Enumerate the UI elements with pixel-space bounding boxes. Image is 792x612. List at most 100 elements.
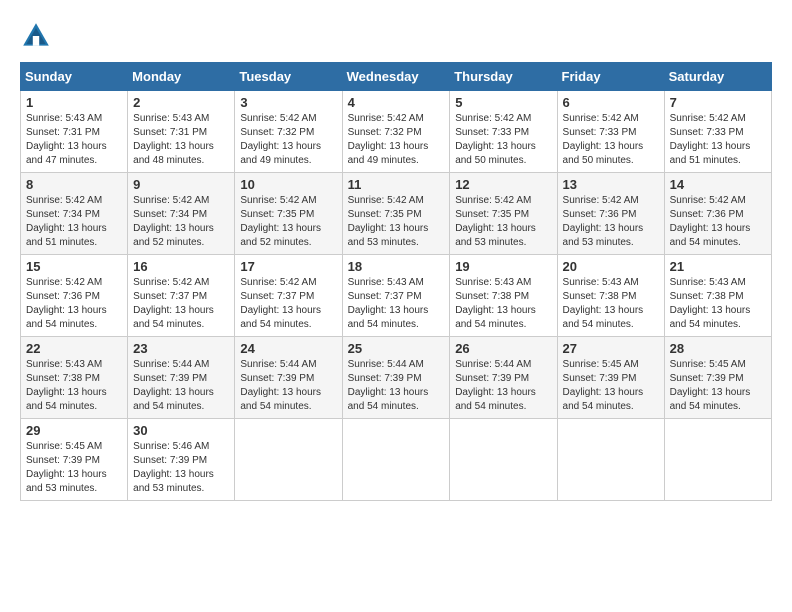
day-info: Sunrise: 5:42 AMSunset: 7:37 PMDaylight:… [240,276,336,332]
day-number: 17 [240,259,336,274]
day-info: Sunrise: 5:43 AMSunset: 7:31 PMDaylight:… [26,112,122,168]
day-number: 3 [240,95,336,110]
header-friday: Friday [557,63,664,91]
day-info: Sunrise: 5:43 AMSunset: 7:38 PMDaylight:… [26,358,122,414]
calendar-day-cell: 22 Sunrise: 5:43 AMSunset: 7:38 PMDayligh… [21,337,128,419]
calendar-header-row: Sunday Monday Tuesday Wednesday Thursday… [21,63,772,91]
empty-cell [342,419,450,501]
calendar-day-cell: 4Sunrise: 5:42 AMSunset: 7:32 PMDaylight… [342,91,450,173]
calendar-day-cell: 6Sunrise: 5:42 AMSunset: 7:33 PMDaylight… [557,91,664,173]
day-info: Sunrise: 5:42 AMSunset: 7:35 PMDaylight:… [348,194,445,250]
calendar-day-cell: 16Sunrise: 5:42 AMSunset: 7:37 PMDayligh… [128,255,235,337]
day-number: 12 [455,177,551,192]
day-info: Sunrise: 5:44 AMSunset: 7:39 PMDaylight:… [240,358,336,414]
day-number: 21 [670,259,766,274]
day-number: 23 [133,341,229,356]
day-info: Sunrise: 5:42 AMSunset: 7:34 PMDaylight:… [26,194,122,250]
day-info: Sunrise: 5:43 AMSunset: 7:38 PMDaylight:… [563,276,659,332]
calendar-day-cell: 27Sunrise: 5:45 AMSunset: 7:39 PMDayligh… [557,337,664,419]
day-info: Sunrise: 5:43 AMSunset: 7:31 PMDaylight:… [133,112,229,168]
empty-cell [450,419,557,501]
calendar-day-cell: 20 Sunrise: 5:43 AMSunset: 7:38 PMDayligh… [557,255,664,337]
day-number: 26 [455,341,551,356]
day-number: 13 [563,177,659,192]
day-info: Sunrise: 5:44 AMSunset: 7:39 PMDaylight:… [133,358,229,414]
day-number: 14 [670,177,766,192]
calendar-day-cell: 18 Sunrise: 5:43 AMSunset: 7:37 PMDayligh… [342,255,450,337]
day-info: Sunrise: 5:42 AMSunset: 7:34 PMDaylight:… [133,194,229,250]
calendar-day-cell: 26 Sunrise: 5:44 AMSunset: 7:39 PMDayligh… [450,337,557,419]
day-info: Sunrise: 5:45 AMSunset: 7:39 PMDaylight:… [563,358,659,414]
day-number: 11 [348,177,445,192]
calendar: Sunday Monday Tuesday Wednesday Thursday… [20,62,772,501]
calendar-day-cell: 29Sunrise: 5:45 AMSunset: 7:39 PMDayligh… [21,419,128,501]
header-sunday: Sunday [21,63,128,91]
calendar-day-cell: 7 Sunrise: 5:42 AMSunset: 7:33 PMDaylight… [664,91,771,173]
day-info: Sunrise: 5:45 AMSunset: 7:39 PMDaylight:… [670,358,766,414]
logo [20,20,56,52]
day-info: Sunrise: 5:42 AMSunset: 7:36 PMDaylight:… [563,194,659,250]
day-number: 18 [348,259,445,274]
header-monday: Monday [128,63,235,91]
day-info: Sunrise: 5:42 AMSunset: 7:35 PMDaylight:… [240,194,336,250]
day-number: 20 [563,259,659,274]
calendar-day-cell: 12 Sunrise: 5:42 AMSunset: 7:35 PMDayligh… [450,173,557,255]
day-number: 2 [133,95,229,110]
empty-cell [557,419,664,501]
day-number: 25 [348,341,445,356]
calendar-day-cell: 5Sunrise: 5:42 AMSunset: 7:33 PMDaylight… [450,91,557,173]
calendar-day-cell: 19 Sunrise: 5:43 AMSunset: 7:38 PMDayligh… [450,255,557,337]
day-number: 7 [670,95,766,110]
day-info: Sunrise: 5:42 AMSunset: 7:33 PMDaylight:… [455,112,551,168]
calendar-day-cell: 25 Sunrise: 5:44 AMSunset: 7:39 PMDayligh… [342,337,450,419]
calendar-day-cell: 30 Sunrise: 5:46 AMSunset: 7:39 PMDayligh… [128,419,235,501]
calendar-day-cell: 28 Sunrise: 5:45 AMSunset: 7:39 PMDayligh… [664,337,771,419]
calendar-week-row: 15Sunrise: 5:42 AMSunset: 7:36 PMDayligh… [21,255,772,337]
day-number: 15 [26,259,122,274]
day-number: 16 [133,259,229,274]
day-info: Sunrise: 5:46 AMSunset: 7:39 PMDaylight:… [133,440,229,496]
day-info: Sunrise: 5:43 AMSunset: 7:37 PMDaylight:… [348,276,445,332]
day-number: 22 [26,341,122,356]
day-info: Sunrise: 5:42 AMSunset: 7:35 PMDaylight:… [455,194,551,250]
day-number: 24 [240,341,336,356]
calendar-day-cell: 3 Sunrise: 5:42 AMSunset: 7:32 PMDaylight… [235,91,342,173]
day-number: 28 [670,341,766,356]
day-info: Sunrise: 5:42 AMSunset: 7:33 PMDaylight:… [670,112,766,168]
day-number: 1 [26,95,122,110]
calendar-day-cell: 1 Sunrise: 5:43 AMSunset: 7:31 PMDaylight… [21,91,128,173]
header-saturday: Saturday [664,63,771,91]
calendar-day-cell: 24 Sunrise: 5:44 AMSunset: 7:39 PMDayligh… [235,337,342,419]
day-info: Sunrise: 5:44 AMSunset: 7:39 PMDaylight:… [455,358,551,414]
calendar-day-cell: 14 Sunrise: 5:42 AMSunset: 7:36 PMDayligh… [664,173,771,255]
day-info: Sunrise: 5:42 AMSunset: 7:36 PMDaylight:… [670,194,766,250]
calendar-day-cell: 8 Sunrise: 5:42 AMSunset: 7:34 PMDaylight… [21,173,128,255]
calendar-day-cell: 13 Sunrise: 5:42 AMSunset: 7:36 PMDayligh… [557,173,664,255]
calendar-day-cell: 23 Sunrise: 5:44 AMSunset: 7:39 PMDayligh… [128,337,235,419]
calendar-day-cell: 9 Sunrise: 5:42 AMSunset: 7:34 PMDaylight… [128,173,235,255]
calendar-week-row: 29Sunrise: 5:45 AMSunset: 7:39 PMDayligh… [21,419,772,501]
day-info: Sunrise: 5:42 AMSunset: 7:32 PMDaylight:… [240,112,336,168]
day-info: Sunrise: 5:44 AMSunset: 7:39 PMDaylight:… [348,358,445,414]
calendar-day-cell: 15Sunrise: 5:42 AMSunset: 7:36 PMDayligh… [21,255,128,337]
calendar-week-row: 1 Sunrise: 5:43 AMSunset: 7:31 PMDaylight… [21,91,772,173]
calendar-week-row: 22 Sunrise: 5:43 AMSunset: 7:38 PMDayligh… [21,337,772,419]
calendar-day-cell: 2 Sunrise: 5:43 AMSunset: 7:31 PMDaylight… [128,91,235,173]
calendar-day-cell: 21Sunrise: 5:43 AMSunset: 7:38 PMDayligh… [664,255,771,337]
day-info: Sunrise: 5:45 AMSunset: 7:39 PMDaylight:… [26,440,122,496]
page-header [20,20,772,52]
day-number: 19 [455,259,551,274]
day-number: 30 [133,423,229,438]
calendar-day-cell: 10 Sunrise: 5:42 AMSunset: 7:35 PMDayligh… [235,173,342,255]
day-info: Sunrise: 5:42 AMSunset: 7:32 PMDaylight:… [348,112,445,168]
day-number: 8 [26,177,122,192]
day-number: 9 [133,177,229,192]
calendar-week-row: 8 Sunrise: 5:42 AMSunset: 7:34 PMDaylight… [21,173,772,255]
empty-cell [235,419,342,501]
logo-icon [20,20,52,52]
header-wednesday: Wednesday [342,63,450,91]
day-number: 10 [240,177,336,192]
day-number: 6 [563,95,659,110]
day-info: Sunrise: 5:43 AMSunset: 7:38 PMDaylight:… [455,276,551,332]
calendar-day-cell: 11 Sunrise: 5:42 AMSunset: 7:35 PMDayligh… [342,173,450,255]
